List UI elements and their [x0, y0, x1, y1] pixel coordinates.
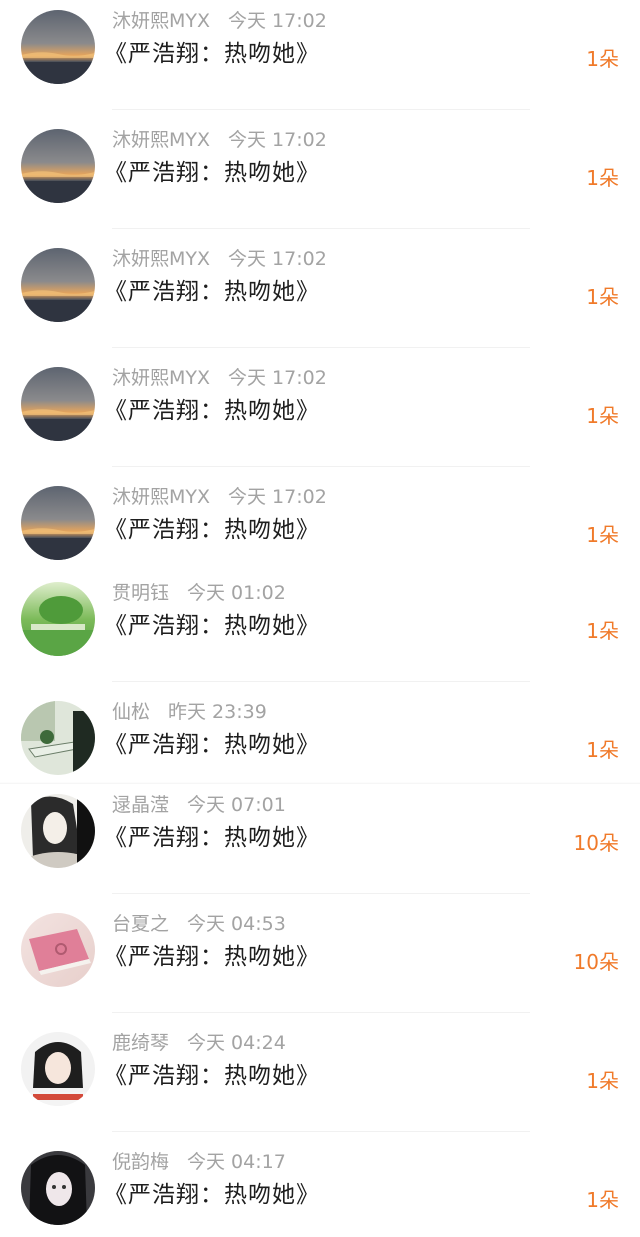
sunset-avatar-icon[interactable] — [21, 486, 95, 560]
sender-name[interactable]: 台夏之 — [112, 913, 169, 935]
timestamp: 今天 04:24 — [187, 1032, 286, 1054]
gift-count: 1朵 — [586, 166, 619, 190]
sender-name[interactable]: 沐妍熙MYX — [112, 486, 210, 508]
timestamp: 今天 04:17 — [187, 1151, 286, 1173]
sunset-avatar-icon[interactable] — [21, 10, 95, 84]
list-item[interactable]: 沐妍熙MYX 今天 17:02 《严浩翔：热吻她》 1朵 — [0, 119, 640, 229]
divider — [112, 347, 530, 348]
timestamp: 今天 04:53 — [187, 913, 286, 935]
sender-meta: 倪韵梅 今天 04:17 — [112, 1147, 286, 1177]
sender-name[interactable]: 沐妍熙MYX — [112, 10, 210, 32]
sender-meta: 贯明钰 今天 01:02 — [112, 578, 286, 608]
sender-meta: 鹿绮琴 今天 04:24 — [112, 1028, 286, 1058]
timestamp: 今天 17:02 — [228, 10, 327, 32]
gift-count: 1朵 — [586, 619, 619, 643]
sender-meta: 沐妍熙MYX 今天 17:02 — [112, 482, 327, 512]
drawn-portrait-avatar-icon[interactable] — [21, 794, 95, 868]
list-item[interactable]: 沐妍熙MYX 今天 17:02 《严浩翔：热吻她》 1朵 — [0, 476, 640, 572]
timestamp: 今天 01:02 — [187, 582, 286, 604]
message-text: 《严浩翔：热吻她》 — [104, 944, 320, 970]
gift-count: 1朵 — [586, 523, 619, 547]
sender-name[interactable]: 仙松 — [112, 701, 150, 723]
list-item[interactable]: 沐妍熙MYX 今天 17:02 《严浩翔：热吻她》 1朵 — [0, 357, 640, 467]
list-item[interactable]: 逯晶滢 今天 07:01 《严浩翔：热吻她》 10朵 — [0, 784, 640, 894]
timestamp: 今天 17:02 — [228, 486, 327, 508]
timestamp: 昨天 23:39 — [168, 701, 267, 723]
list-item[interactable]: 仙松 昨天 23:39 《严浩翔：热吻她》 1朵 — [0, 691, 640, 787]
message-text: 《严浩翔：热吻她》 — [104, 517, 320, 543]
green-park-avatar-icon[interactable] — [21, 582, 95, 656]
message-text: 《严浩翔：热吻她》 — [104, 732, 320, 758]
sunset-avatar-icon[interactable] — [21, 367, 95, 441]
sender-meta: 逯晶滢 今天 07:01 — [112, 790, 286, 820]
pink-book-avatar-icon[interactable] — [21, 913, 95, 987]
gift-count: 1朵 — [586, 47, 619, 71]
message-text: 《严浩翔：热吻她》 — [104, 825, 320, 851]
gift-count: 1朵 — [586, 738, 619, 762]
divider — [112, 1012, 530, 1013]
timestamp: 今天 17:02 — [228, 129, 327, 151]
timestamp: 今天 17:02 — [228, 248, 327, 270]
sender-meta: 沐妍熙MYX 今天 17:02 — [112, 363, 327, 393]
list-item[interactable]: 贯明钰 今天 01:02 《严浩翔：热吻她》 1朵 — [0, 572, 640, 682]
divider — [112, 466, 530, 467]
sender-name[interactable]: 贯明钰 — [112, 582, 169, 604]
sender-name[interactable]: 沐妍熙MYX — [112, 367, 210, 389]
sender-name[interactable]: 沐妍熙MYX — [112, 129, 210, 151]
gift-count: 1朵 — [586, 1069, 619, 1093]
divider — [112, 1131, 530, 1132]
message-text: 《严浩翔：热吻她》 — [104, 398, 320, 424]
list-item[interactable]: 台夏之 今天 04:53 《严浩翔：热吻她》 10朵 — [0, 903, 640, 1013]
girl-portrait-avatar-icon[interactable] — [21, 1032, 95, 1106]
girl-dark-avatar-icon[interactable] — [21, 1151, 95, 1225]
message-text: 《严浩翔：热吻她》 — [104, 160, 320, 186]
message-text: 《严浩翔：热吻她》 — [104, 279, 320, 305]
message-text: 《严浩翔：热吻她》 — [104, 1182, 320, 1208]
list-item[interactable]: 沐妍熙MYX 今天 17:02 《严浩翔：热吻她》 1朵 — [0, 0, 640, 110]
sender-meta: 沐妍熙MYX 今天 17:02 — [112, 125, 327, 155]
timestamp: 今天 07:01 — [187, 794, 286, 816]
sender-meta: 台夏之 今天 04:53 — [112, 909, 286, 939]
list-item[interactable]: 鹿绮琴 今天 04:24 《严浩翔：热吻她》 1朵 — [0, 1022, 640, 1132]
sender-name[interactable]: 逯晶滢 — [112, 794, 169, 816]
gift-count: 1朵 — [586, 404, 619, 428]
message-text: 《严浩翔：热吻她》 — [104, 613, 320, 639]
sender-meta: 沐妍熙MYX 今天 17:02 — [112, 6, 327, 36]
sender-name[interactable]: 沐妍熙MYX — [112, 248, 210, 270]
gift-list: 沐妍熙MYX 今天 17:02 《严浩翔：热吻她》 1朵 沐妍熙MYX 今天 17:… — [0, 0, 640, 1237]
divider — [112, 228, 530, 229]
message-text: 《严浩翔：热吻她》 — [104, 1063, 320, 1089]
list-item[interactable]: 倪韵梅 今天 04:17 《严浩翔：热吻她》 1朵 — [0, 1141, 640, 1237]
timestamp: 今天 17:02 — [228, 367, 327, 389]
sunset-avatar-icon[interactable] — [21, 248, 95, 322]
gift-count: 1朵 — [586, 1188, 619, 1212]
garden-table-avatar-icon[interactable] — [21, 701, 95, 775]
sender-meta: 沐妍熙MYX 今天 17:02 — [112, 244, 327, 274]
divider — [112, 893, 530, 894]
gift-count: 1朵 — [586, 285, 619, 309]
list-item[interactable]: 沐妍熙MYX 今天 17:02 《严浩翔：热吻她》 1朵 — [0, 238, 640, 348]
gift-count: 10朵 — [573, 831, 619, 855]
sender-name[interactable]: 倪韵梅 — [112, 1151, 169, 1173]
sunset-avatar-icon[interactable] — [21, 129, 95, 203]
message-text: 《严浩翔：热吻她》 — [104, 41, 320, 67]
divider — [112, 109, 530, 110]
sender-name[interactable]: 鹿绮琴 — [112, 1032, 169, 1054]
divider — [112, 681, 530, 682]
gift-count: 10朵 — [573, 950, 619, 974]
sender-meta: 仙松 昨天 23:39 — [112, 697, 267, 727]
